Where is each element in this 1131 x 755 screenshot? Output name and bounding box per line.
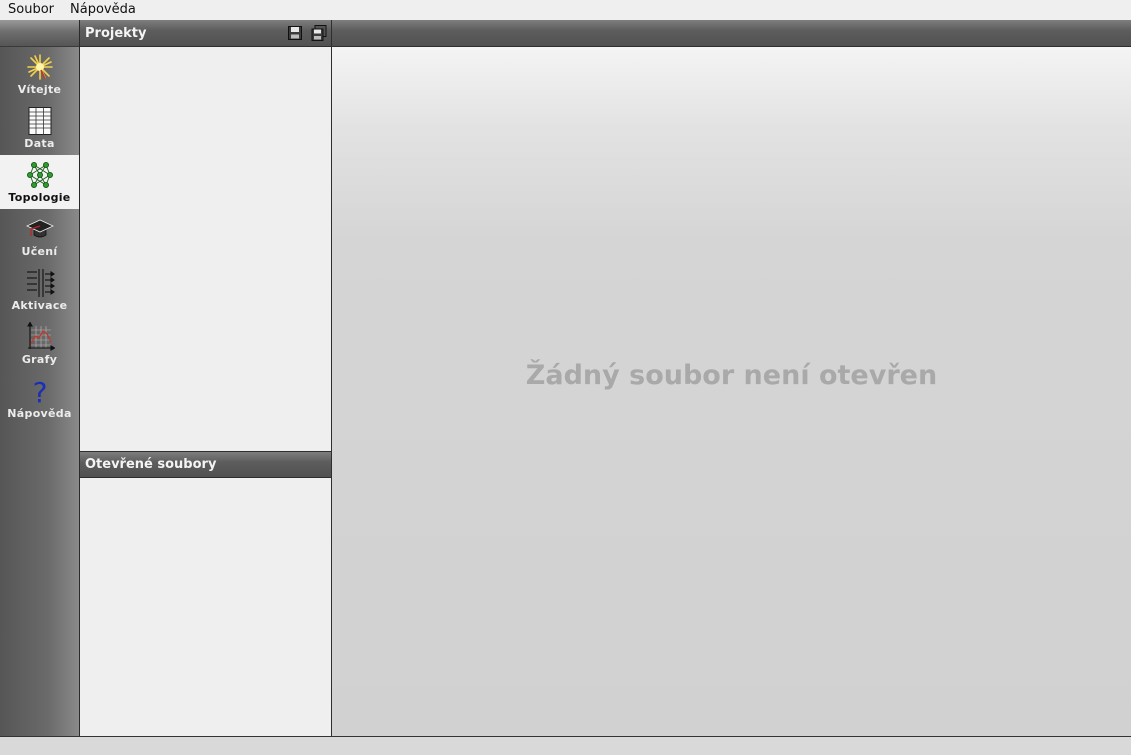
starburst-icon	[26, 54, 53, 80]
question-mark-icon: ?	[32, 376, 47, 406]
main-content-area: Žádný soubor není otevřen	[332, 47, 1131, 736]
graduation-cap-icon	[25, 219, 54, 238]
sidebar-item-label: Učení	[21, 245, 58, 258]
sidebar-item-label: Nápověda	[7, 407, 72, 420]
sidebar-item-learning[interactable]: Učení	[0, 209, 79, 263]
svg-text:?: ?	[32, 376, 47, 406]
menu-help[interactable]: Nápověda	[62, 0, 144, 20]
menu-bar: Soubor Nápověda	[0, 0, 1131, 20]
sidebar-header	[0, 20, 79, 47]
sidebar-item-label: Aktivace	[11, 299, 68, 312]
sidebar-item-graphs[interactable]: Grafy	[0, 317, 79, 371]
save-all-icon[interactable]	[311, 25, 327, 41]
main-tab-bar	[332, 20, 1131, 47]
projects-tree[interactable]	[80, 47, 331, 451]
empty-state-message: Žádný soubor není otevřen	[525, 360, 938, 391]
sidebar-item-activation[interactable]: Aktivace	[0, 263, 79, 317]
save-icon[interactable]	[287, 25, 303, 41]
sidebar-item-label: Data	[24, 137, 55, 150]
sidebar-item-label: Grafy	[21, 353, 58, 366]
open-files-panel-title: Otevřené soubory	[85, 457, 217, 472]
sidebar-item-label: Vítejte	[17, 83, 62, 96]
sidebar-item-label: Topologie	[8, 191, 71, 204]
line-graph-icon	[26, 322, 55, 351]
projects-panel-title: Projekty	[85, 25, 147, 41]
activation-arrows-icon	[26, 269, 55, 297]
open-files-list[interactable]	[80, 478, 331, 736]
projects-toolbar	[287, 25, 327, 41]
status-bar	[0, 736, 1131, 755]
network-topology-icon	[26, 162, 53, 188]
mode-sidebar: Vítejte Data Topologie Učení Aktivace Gr…	[0, 20, 80, 736]
sidebar-item-help[interactable]: ? Nápověda	[0, 371, 79, 425]
projects-panel-header: Projekty	[80, 20, 331, 47]
sidebar-item-topology[interactable]: Topologie	[0, 155, 79, 209]
spreadsheet-icon	[28, 107, 51, 135]
app-window: Soubor Nápověda Vítejte Data Topologie U…	[0, 0, 1131, 755]
menu-file[interactable]: Soubor	[0, 0, 62, 20]
sidebar-item-welcome[interactable]: Vítejte	[0, 47, 79, 101]
open-files-panel-header: Otevřené soubory	[80, 451, 331, 478]
sidebar-item-data[interactable]: Data	[0, 101, 79, 155]
